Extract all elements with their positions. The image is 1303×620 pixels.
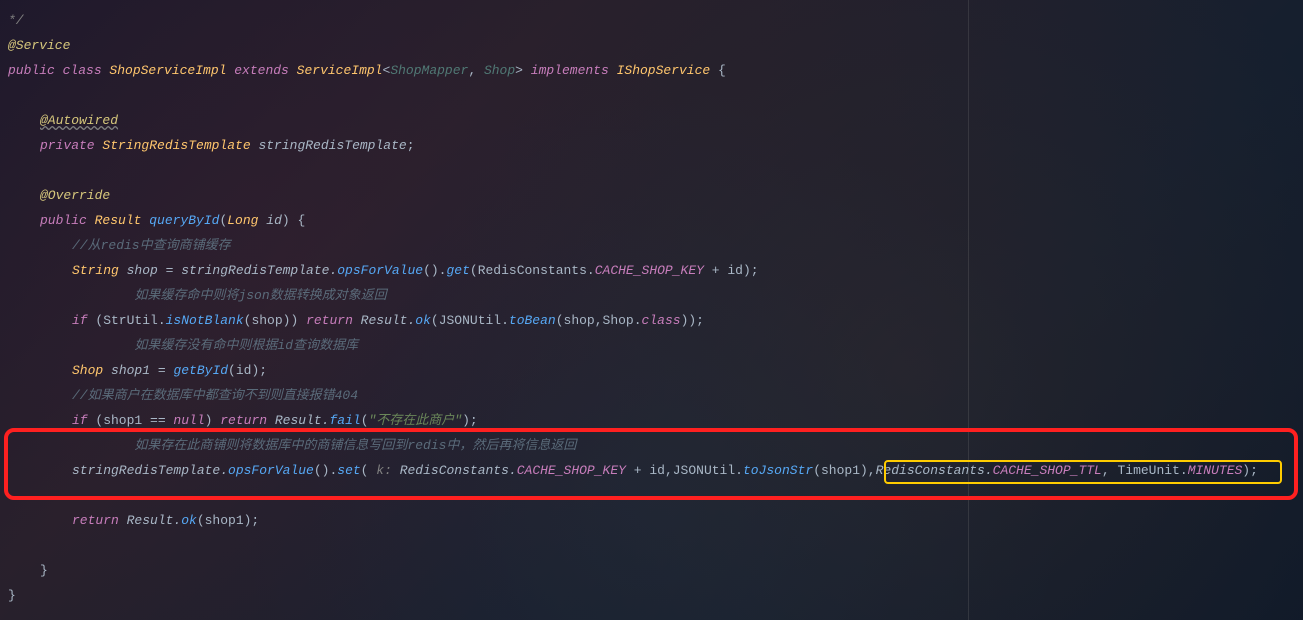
blank-line[interactable] [8,483,1303,508]
blank-line[interactable] [8,533,1303,558]
code-line[interactable]: //从redis中查询商铺缓存 [8,233,1303,258]
code-line[interactable]: stringRedisTemplate.opsForValue().set( k… [8,458,1303,483]
code-line[interactable]: private StringRedisTemplate stringRedisT… [8,133,1303,158]
code-line[interactable]: Shop shop1 = getById(id); [8,358,1303,383]
code-editor[interactable]: */ @Service public class ShopServiceImpl… [0,0,1303,608]
code-line[interactable]: //如果商户在数据库中都查询不到则直接报错404 [8,383,1303,408]
blank-line[interactable] [8,83,1303,108]
code-line[interactable]: // 如果缓存命中则将json数据转换成对象返回 [8,283,1303,308]
code-line[interactable]: @Override [8,183,1303,208]
code-line[interactable]: @Service [8,33,1303,58]
code-line[interactable]: public Result queryById(Long id) { [8,208,1303,233]
code-line[interactable]: // 如果缓存没有命中则根据id查询数据库 [8,333,1303,358]
code-line[interactable]: */ [8,8,1303,33]
code-line[interactable]: @Autowired [8,108,1303,133]
code-line[interactable]: if (StrUtil.isNotBlank(shop)) return Res… [8,308,1303,333]
code-line[interactable]: // 如果存在此商铺则将数据库中的商铺信息写回到redis中，然后再将信息返回 [8,433,1303,458]
code-line[interactable]: if (shop1 == null) return Result.fail("不… [8,408,1303,433]
code-line[interactable]: } [8,558,1303,583]
code-line[interactable]: String shop = stringRedisTemplate.opsFor… [8,258,1303,283]
param-hint: k: [376,463,399,478]
code-line[interactable]: public class ShopServiceImpl extends Ser… [8,58,1303,83]
code-line[interactable]: return Result.ok(shop1); [8,508,1303,533]
code-line[interactable]: } [8,583,1303,608]
blank-line[interactable] [8,158,1303,183]
